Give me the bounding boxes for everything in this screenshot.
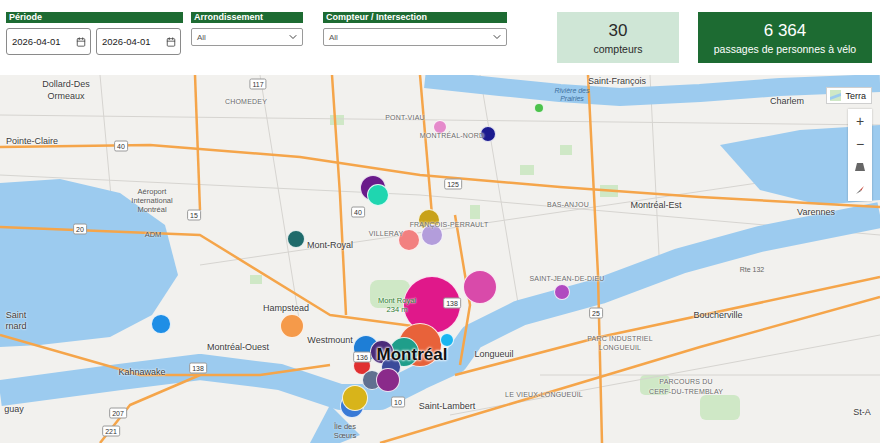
map[interactable]: Saint-FrançoisRivière desPrairies Charlem… [0, 75, 880, 443]
calendar-icon [76, 37, 86, 47]
map-label: LONGUEUIL [599, 344, 641, 351]
compass-icon [854, 184, 866, 196]
counter-bubble[interactable] [463, 270, 497, 304]
filter-bar: Période 2026-04-012026-04-01 Arrondissemen… [0, 0, 880, 75]
counter-bubble[interactable] [534, 103, 544, 113]
road-shield: 10 [391, 397, 405, 408]
map-label: Kahnawake [118, 368, 165, 377]
map-label: Rte 132 [740, 266, 765, 273]
road-shield: 136 [353, 352, 371, 363]
road-shield: 15 [187, 210, 201, 221]
counter-bubble[interactable] [280, 314, 304, 338]
zoom-out-button[interactable]: − [848, 132, 872, 155]
road-shield: 25 [589, 308, 603, 319]
map-label: Saint-Lambert [419, 402, 476, 411]
stat-value: 30 [609, 21, 628, 41]
map-label: Prairies [560, 95, 584, 102]
road-shield: 138 [443, 298, 461, 309]
map-label: Mont-Royal [307, 241, 353, 250]
tilt-icon [854, 162, 866, 172]
tilt-button[interactable] [848, 155, 872, 178]
map-label: Montréal-Ouest [207, 343, 269, 352]
date-input[interactable]: 2026-04-01 [96, 28, 181, 55]
date-input[interactable]: 2026-04-01 [6, 28, 91, 55]
road-shield: 138 [189, 363, 207, 374]
filter-group: Période 2026-04-012026-04-01 [6, 12, 183, 55]
map-controls: +− [848, 109, 872, 201]
map-label: PARC INDUSTRIEL [587, 335, 653, 342]
filter-label: Compteur / Intersection [323, 12, 507, 23]
counter-bubble[interactable] [376, 368, 400, 392]
road-shield: 117 [249, 79, 266, 90]
map-label: Hampstead [263, 304, 309, 313]
map-label: BAS-ANJOU [547, 201, 589, 208]
map-style-icon [830, 90, 841, 101]
map-label: PARCOURS DU [659, 378, 712, 385]
road-shield: 40 [351, 207, 365, 218]
counter-bubble[interactable] [342, 385, 368, 411]
map-label: Ormeaux [47, 92, 84, 101]
map-label: rnard [5, 322, 26, 331]
chevron-down-icon [491, 31, 503, 43]
map-label: CHOMEDEY [225, 98, 267, 105]
map-label: International [131, 197, 172, 205]
filter-group: Arrondissement All [191, 12, 303, 46]
map-label: Île des [334, 423, 356, 431]
stat-caption: compteurs [593, 43, 642, 55]
map-label: Longueuil [474, 350, 513, 359]
map-label: FRANÇOIS-PERRAULT [410, 221, 489, 228]
map-label: PONT-VIAU [385, 114, 425, 121]
map-label: Boucherville [693, 311, 742, 320]
road-shield: 125 [444, 179, 462, 190]
counter-bubble[interactable] [367, 184, 389, 206]
map-label: St-A [853, 408, 871, 417]
map-label: Aéroport [138, 188, 167, 196]
map-style-button[interactable]: Terra [826, 87, 872, 104]
calendar-icon [166, 37, 176, 47]
map-label: 234 m [387, 306, 408, 314]
map-label: MONTRÉAL-NORD [420, 132, 484, 139]
map-label: guay [4, 405, 24, 414]
stat-caption: passages de personnes à vélo [714, 43, 856, 55]
filter-label: Période [6, 12, 183, 23]
road-shield: 221 [102, 426, 120, 437]
counter-bubble[interactable] [287, 230, 305, 248]
filter-group: Compteur / Intersection All [323, 12, 507, 46]
map-label: Pointe-Claire [6, 137, 58, 146]
map-label: CERF-DU-TREMBLAY [649, 388, 723, 395]
map-label: SAINT-JEAN-DE-DIEU [529, 275, 604, 282]
map-label: VILLERAY [369, 230, 404, 237]
date-range: 2026-04-012026-04-01 [6, 28, 183, 55]
map-label: Mont Royal [378, 297, 416, 305]
map-label: Montréal [377, 346, 448, 363]
map-label: ADM [145, 231, 162, 239]
zoom-in-button[interactable]: + [848, 109, 872, 132]
map-label: Dollard-Des [42, 80, 90, 89]
road-shield: 20 [73, 224, 87, 235]
map-label: Varennes [797, 208, 835, 217]
compass-button[interactable] [848, 178, 872, 201]
map-label: Montréal [137, 206, 166, 214]
filter-dropdown[interactable]: All [191, 28, 303, 46]
chevron-down-icon [287, 31, 299, 43]
map-label: Charlem [770, 97, 804, 106]
map-label: Westmount [307, 336, 352, 345]
counter-bubble[interactable] [151, 314, 171, 334]
filter-label: Arrondissement [191, 12, 303, 23]
filter-dropdown[interactable]: All [323, 28, 507, 46]
map-label: LE VIEUX-LONGUEUIL [505, 391, 583, 398]
dashboard: Période 2026-04-012026-04-01 Arrondissemen… [0, 0, 880, 443]
stat-card: 6 364 passages de personnes à vélo [698, 12, 872, 63]
stat-card: 30 compteurs [557, 12, 679, 63]
map-label: Montréal-Est [630, 201, 681, 210]
stat-value: 6 364 [764, 21, 807, 41]
map-label: Saint [6, 311, 27, 320]
road-shield: 40 [114, 141, 128, 152]
map-label: Sœurs [334, 432, 357, 440]
map-label: Saint-François [588, 77, 646, 86]
map-label: Rivière des [554, 87, 589, 94]
road-shield: 207 [109, 408, 127, 419]
